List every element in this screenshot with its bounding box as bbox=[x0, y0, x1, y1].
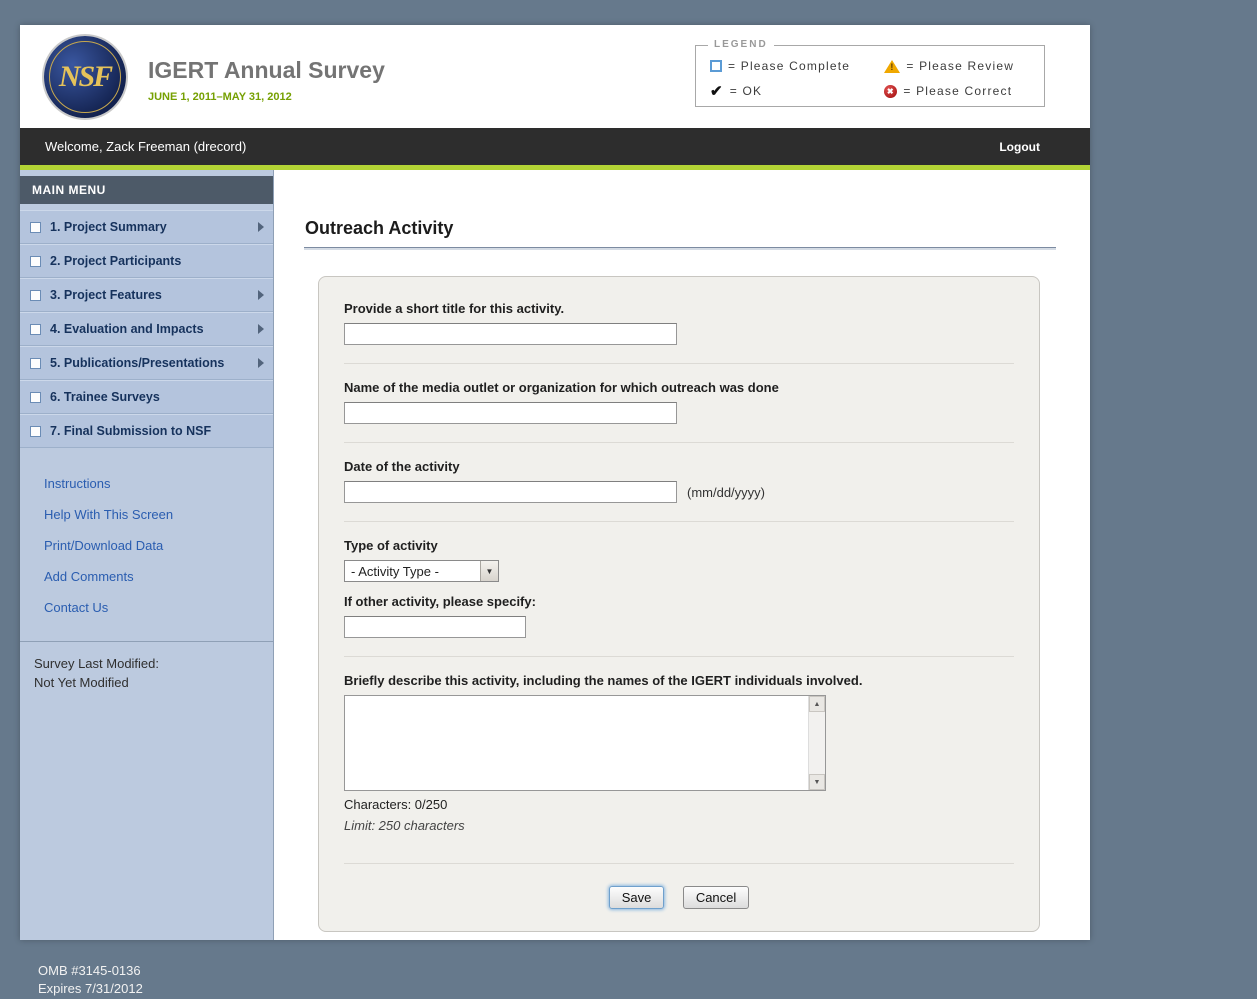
last-modified-label: Survey Last Modified: bbox=[34, 654, 259, 673]
sidebar-item-label: 5. Publications/Presentations bbox=[50, 356, 224, 370]
app-title: IGERT Annual Survey bbox=[148, 57, 385, 84]
activity-type-selected-value: - Activity Type - bbox=[345, 564, 480, 579]
chevron-right-icon bbox=[258, 222, 264, 232]
please-complete-icon bbox=[30, 290, 41, 301]
other-activity-label: If other activity, please specify: bbox=[344, 594, 1014, 609]
legend-item-correct: ✖ = Please Correct bbox=[884, 82, 1036, 100]
form-actions: Save Cancel bbox=[344, 864, 1014, 931]
legend-box: LEGEND = Please Complete ! = Please Revi… bbox=[695, 45, 1045, 107]
sidebar-item-label: 4. Evaluation and Impacts bbox=[50, 322, 204, 336]
sidebar-item-final-submission[interactable]: 7. Final Submission to NSF bbox=[20, 414, 273, 448]
section-short-title: Provide a short title for this activity. bbox=[344, 301, 1014, 364]
sidebar-item-trainee-surveys[interactable]: 6. Trainee Surveys bbox=[20, 380, 273, 414]
media-outlet-label: Name of the media outlet or organization… bbox=[344, 380, 1014, 395]
legend-item-label: = OK bbox=[730, 84, 762, 98]
link-contact-us[interactable]: Contact Us bbox=[20, 592, 273, 623]
section-date: Date of the activity (mm/dd/yyyy) bbox=[344, 443, 1014, 522]
sidebar-item-evaluation-impacts[interactable]: 4. Evaluation and Impacts bbox=[20, 312, 273, 346]
page-title: Outreach Activity bbox=[304, 218, 1056, 248]
sidebar-item-label: 3. Project Features bbox=[50, 288, 162, 302]
please-complete-icon bbox=[30, 392, 41, 403]
section-activity-type: Type of activity - Activity Type - ▼ If … bbox=[344, 522, 1014, 657]
sidebar-item-label: 2. Project Participants bbox=[50, 254, 181, 268]
legend-item-review: ! = Please Review bbox=[884, 59, 1036, 73]
short-title-label: Provide a short title for this activity. bbox=[344, 301, 1014, 316]
nsf-logo-text: NSF bbox=[59, 60, 111, 94]
omb-expires: Expires 7/31/2012 bbox=[38, 980, 143, 998]
chevron-down-icon: ▼ bbox=[480, 561, 498, 581]
omb-footer: OMB #3145-0136 Expires 7/31/2012 bbox=[38, 962, 143, 998]
please-complete-icon bbox=[30, 256, 41, 267]
title-block: IGERT Annual Survey JUNE 1, 2011–MAY 31,… bbox=[148, 57, 385, 103]
please-complete-icon bbox=[30, 358, 41, 369]
sidebar-item-label: 7. Final Submission to NSF bbox=[50, 424, 211, 438]
legend-item-ok: ✔ = OK bbox=[710, 82, 884, 100]
sidebar-item-publications[interactable]: 5. Publications/Presentations bbox=[20, 346, 273, 380]
chevron-right-icon bbox=[258, 290, 264, 300]
save-button[interactable]: Save bbox=[609, 886, 665, 909]
ok-icon: ✔ bbox=[710, 82, 724, 100]
survey-last-modified: Survey Last Modified: Not Yet Modified bbox=[20, 641, 273, 704]
please-complete-icon bbox=[710, 60, 722, 72]
last-modified-value: Not Yet Modified bbox=[34, 673, 259, 692]
activity-type-select[interactable]: - Activity Type - ▼ bbox=[344, 560, 499, 582]
date-format-hint: (mm/dd/yyyy) bbox=[687, 485, 765, 500]
link-print-download[interactable]: Print/Download Data bbox=[20, 530, 273, 561]
activity-type-label: Type of activity bbox=[344, 538, 1014, 553]
legend-title: LEGEND bbox=[708, 39, 774, 50]
description-textarea[interactable] bbox=[345, 696, 808, 790]
short-title-input[interactable] bbox=[344, 323, 677, 345]
sidebar-item-project-participants[interactable]: 2. Project Participants bbox=[20, 244, 273, 278]
header: NSF IGERT Annual Survey JUNE 1, 2011–MAY… bbox=[20, 25, 1090, 128]
legend-item-label: = Please Review bbox=[906, 59, 1014, 73]
scroll-up-icon[interactable]: ▲ bbox=[809, 696, 825, 712]
please-correct-icon: ✖ bbox=[884, 85, 897, 98]
legend-item-label: = Please Correct bbox=[903, 84, 1012, 98]
textarea-scrollbar[interactable]: ▲ ▼ bbox=[808, 696, 825, 790]
logout-link[interactable]: Logout bbox=[999, 140, 1040, 154]
section-description: Briefly describe this activity, includin… bbox=[344, 657, 1014, 864]
other-activity-input[interactable] bbox=[344, 616, 526, 638]
legend-grid: = Please Complete ! = Please Review ✔ = … bbox=[696, 46, 1044, 108]
please-complete-icon bbox=[30, 324, 41, 335]
welcome-bar: Welcome, Zack Freeman (drecord) Logout bbox=[20, 128, 1090, 165]
scroll-down-icon[interactable]: ▼ bbox=[809, 774, 825, 790]
please-complete-icon bbox=[30, 222, 41, 233]
character-limit: Limit: 250 characters bbox=[344, 818, 1014, 833]
media-outlet-input[interactable] bbox=[344, 402, 677, 424]
survey-period: JUNE 1, 2011–MAY 31, 2012 bbox=[148, 91, 385, 103]
body-row: MAIN MENU 1. Project Summary 2. Project … bbox=[20, 170, 1090, 940]
main-content: Outreach Activity Provide a short title … bbox=[274, 170, 1090, 940]
sidebar-links: Instructions Help With This Screen Print… bbox=[20, 448, 273, 633]
welcome-text: Welcome, Zack Freeman (drecord) bbox=[45, 139, 246, 154]
character-count: Characters: 0/250 bbox=[344, 797, 1014, 812]
description-textarea-wrap: ▲ ▼ bbox=[344, 695, 826, 791]
date-label: Date of the activity bbox=[344, 459, 1014, 474]
omb-number: OMB #3145-0136 bbox=[38, 962, 143, 980]
sidebar-item-label: 6. Trainee Surveys bbox=[50, 390, 160, 404]
sidebar-item-label: 1. Project Summary bbox=[50, 220, 167, 234]
sidebar-item-project-summary[interactable]: 1. Project Summary bbox=[20, 210, 273, 244]
chevron-right-icon bbox=[258, 324, 264, 334]
legend-item-label: = Please Complete bbox=[728, 59, 850, 73]
cancel-button[interactable]: Cancel bbox=[683, 886, 749, 909]
please-complete-icon bbox=[30, 426, 41, 437]
link-help[interactable]: Help With This Screen bbox=[20, 499, 273, 530]
date-input[interactable] bbox=[344, 481, 677, 503]
sidebar: MAIN MENU 1. Project Summary 2. Project … bbox=[20, 170, 274, 940]
description-label: Briefly describe this activity, includin… bbox=[344, 673, 1014, 688]
desktop-background: { "page": { "logo_text": "NSF", "title":… bbox=[0, 0, 1257, 999]
sidebar-item-project-features[interactable]: 3. Project Features bbox=[20, 278, 273, 312]
outreach-activity-form: Provide a short title for this activity.… bbox=[318, 276, 1040, 932]
survey-window: NSF IGERT Annual Survey JUNE 1, 2011–MAY… bbox=[20, 25, 1090, 940]
chevron-right-icon bbox=[258, 358, 264, 368]
please-review-icon: ! bbox=[884, 60, 900, 73]
link-add-comments[interactable]: Add Comments bbox=[20, 561, 273, 592]
link-instructions[interactable]: Instructions bbox=[20, 468, 273, 499]
nsf-logo: NSF bbox=[44, 36, 126, 118]
legend-item-complete: = Please Complete bbox=[710, 59, 884, 73]
main-menu-header: MAIN MENU bbox=[20, 176, 273, 204]
section-media-outlet: Name of the media outlet or organization… bbox=[344, 364, 1014, 443]
